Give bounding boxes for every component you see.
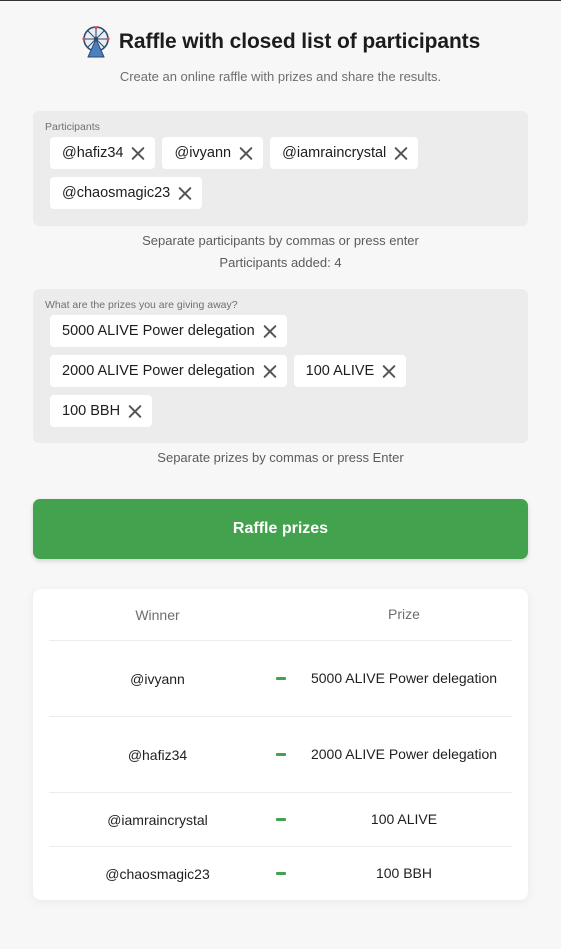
- participant-chip-label: @hafiz34: [62, 145, 124, 161]
- participant-chip-label: @iamraincrystal: [282, 145, 387, 161]
- dash-icon: [276, 753, 286, 756]
- dash-icon: [276, 677, 286, 680]
- dash-icon: [276, 872, 286, 875]
- table-row: @hafiz34 2000 ALIVE Power delegation: [49, 717, 512, 793]
- prize-chip-label: 5000 ALIVE Power delegation: [62, 323, 255, 339]
- ferris-wheel-icon: [82, 26, 110, 58]
- page-title: Raffle with closed list of participants: [118, 30, 481, 53]
- table-row: @chaosmagic23 100 BBH: [49, 847, 512, 900]
- close-icon[interactable]: [131, 146, 145, 160]
- prize-cell: 100 ALIVE: [370, 811, 438, 827]
- winner-cell: @iamraincrystal: [107, 811, 208, 828]
- close-icon[interactable]: [263, 364, 277, 378]
- participants-count: Participants added: 4: [219, 255, 342, 270]
- prize-chip-label: 100 ALIVE: [305, 363, 375, 379]
- results-table: Winner Prize @ivyann 5000 ALIVE Power de…: [33, 589, 528, 900]
- participants-label: Participants: [45, 121, 100, 133]
- prizes-chip-list: 5000 ALIVE Power delegation 2000 ALIVE P…: [45, 315, 516, 427]
- table-row: @ivyann 5000 ALIVE Power delegation: [49, 641, 512, 717]
- participant-chip: @hafiz34: [50, 137, 156, 169]
- winner-column-header: Winner: [135, 606, 180, 623]
- close-icon[interactable]: [128, 404, 142, 418]
- participants-hint: Separate participants by commas or press…: [142, 233, 419, 248]
- close-icon[interactable]: [263, 324, 277, 338]
- participant-chip-label: @chaosmagic23: [62, 185, 171, 201]
- raffle-prizes-button[interactable]: Raffle prizes: [33, 499, 528, 559]
- prizes-label: What are the prizes you are giving away?: [45, 299, 238, 311]
- prize-chip-label: 100 BBH: [62, 403, 121, 419]
- winner-cell: @hafiz34: [127, 746, 188, 763]
- top-border: [0, 0, 561, 1]
- winner-cell: @chaosmagic23: [105, 865, 210, 882]
- prize-column-header: Prize: [388, 606, 420, 622]
- prizes-field[interactable]: What are the prizes you are giving away?…: [33, 289, 528, 443]
- dash-icon: [276, 818, 286, 821]
- participants-field[interactable]: Participants @hafiz34 @ivyann @iamraincr…: [33, 111, 528, 226]
- participant-chip: @chaosmagic23: [50, 177, 203, 209]
- prize-chip: 5000 ALIVE Power delegation: [50, 315, 287, 347]
- close-icon[interactable]: [394, 146, 408, 160]
- participant-chip: @ivyann: [162, 137, 264, 169]
- results-header-row: Winner Prize: [49, 589, 512, 641]
- close-icon[interactable]: [382, 364, 396, 378]
- close-icon[interactable]: [239, 146, 253, 160]
- participants-chip-list: @hafiz34 @ivyann @iamraincrystal @chaosm…: [45, 137, 516, 209]
- prize-chip: 100 ALIVE: [293, 355, 407, 387]
- table-row: @iamraincrystal 100 ALIVE: [49, 793, 512, 847]
- prize-cell: 2000 ALIVE Power delegation: [310, 746, 498, 762]
- participant-chip: @iamraincrystal: [270, 137, 419, 169]
- prize-cell: 5000 ALIVE Power delegation: [310, 670, 498, 686]
- prize-cell: 100 BBH: [375, 865, 433, 881]
- prizes-hint: Separate prizes by commas or press Enter: [157, 450, 404, 465]
- page-subtitle: Create an online raffle with prizes and …: [119, 69, 442, 84]
- prize-chip: 2000 ALIVE Power delegation: [50, 355, 287, 387]
- prize-chip-label: 2000 ALIVE Power delegation: [62, 363, 255, 379]
- close-icon[interactable]: [178, 186, 192, 200]
- prize-chip: 100 BBH: [50, 395, 153, 427]
- participant-chip-label: @ivyann: [174, 145, 232, 161]
- page-header: Raffle with closed list of participants: [0, 26, 561, 58]
- winner-cell: @ivyann: [130, 670, 185, 687]
